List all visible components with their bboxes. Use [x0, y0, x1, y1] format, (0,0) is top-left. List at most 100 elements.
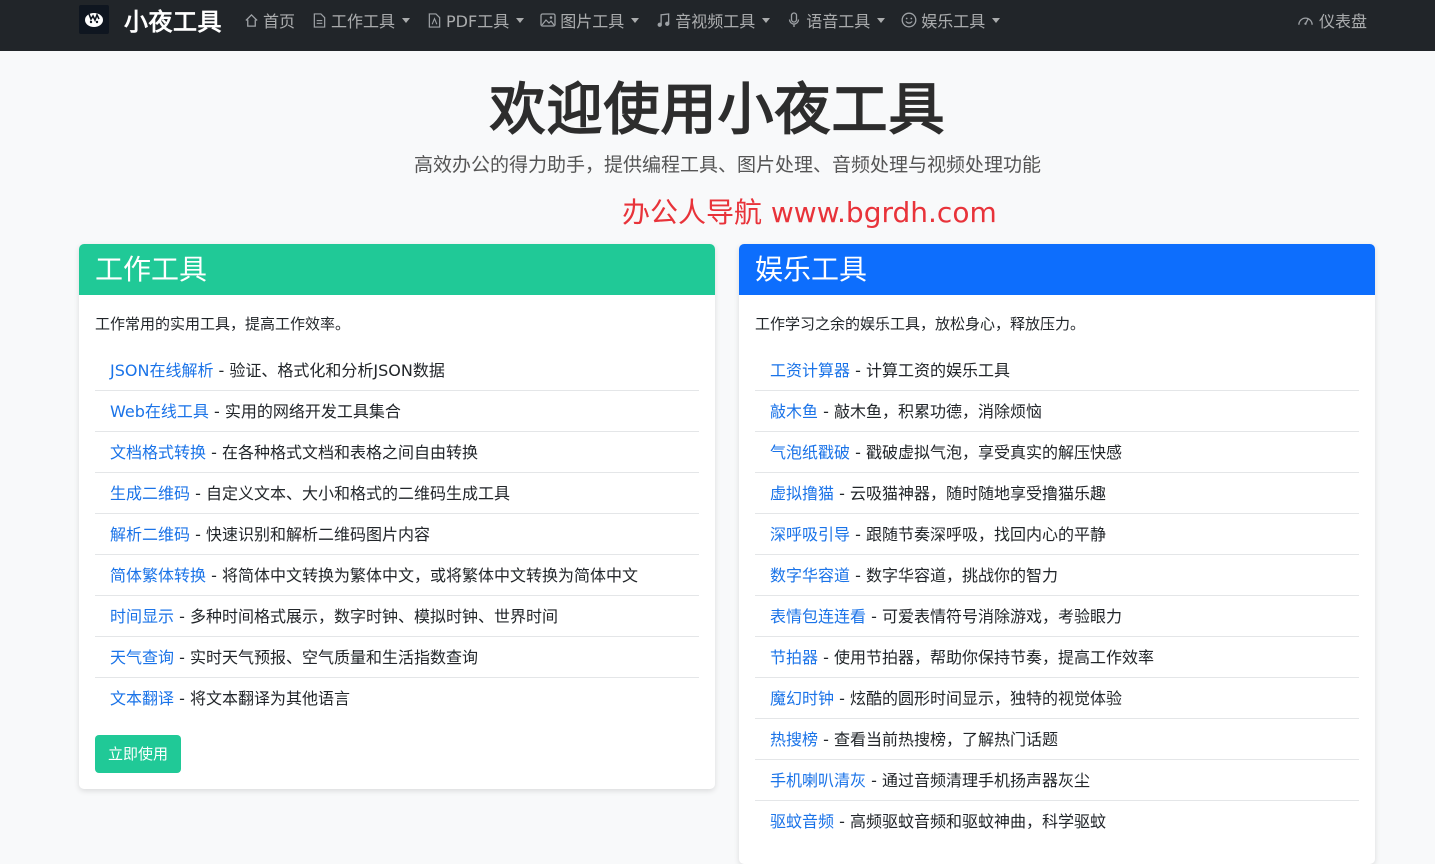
tool-link[interactable]: 工资计算器 — [770, 361, 850, 380]
tool-link[interactable]: 驱蚊音频 — [770, 812, 834, 831]
tool-link[interactable]: 敲木鱼 — [770, 402, 818, 421]
top-navbar: 小夜工具 首页 工作工具 PDF工具 图片工具 音视频工具 语音工具 娱乐工具 … — [0, 0, 1435, 51]
tool-description: - 快速识别和解析二维码图片内容 — [190, 525, 430, 544]
tool-link[interactable]: 天气查询 — [110, 648, 174, 667]
tool-link[interactable]: 节拍器 — [770, 648, 818, 667]
smile-icon — [901, 12, 917, 28]
document-icon — [311, 12, 327, 28]
tool-description: - 将简体中文转换为繁体中文，或将繁体中文转换为简体中文 — [206, 566, 638, 585]
tool-description: - 实用的网络开发工具集合 — [208, 402, 401, 421]
tool-link[interactable]: 热搜榜 — [770, 730, 818, 749]
list-item: 虚拟撸猫 - 云吸猫神器，随时随地享受撸猫乐趣 — [755, 473, 1359, 514]
list-item: 驱蚊音频 - 高频驱蚊音频和驱蚊神曲，科学驱蚊 — [755, 801, 1359, 842]
tool-link[interactable]: 时间显示 — [110, 607, 174, 626]
nav-item-fun-tools[interactable]: 娱乐工具 — [901, 8, 1001, 32]
tool-link[interactable]: 文档格式转换 — [110, 443, 206, 462]
list-item: 时间显示 - 多种时间格式展示，数字时钟、模拟时钟、世界时间 — [95, 596, 699, 637]
list-item: 数字华容道 - 数字华容道，挑战你的智力 — [755, 555, 1359, 596]
tool-link[interactable]: Web在线工具 — [110, 402, 209, 421]
tool-description: - 多种时间格式展示，数字时钟、模拟时钟、世界时间 — [174, 607, 558, 626]
list-item: 解析二维码 - 快速识别和解析二维码图片内容 — [95, 514, 699, 555]
list-item: 简体繁体转换 - 将简体中文转换为繁体中文，或将繁体中文转换为简体中文 — [95, 555, 699, 596]
tool-link[interactable]: 文本翻译 — [110, 689, 174, 708]
dashboard-label: 仪表盘 — [1318, 12, 1367, 31]
list-item: 工资计算器 - 计算工资的娱乐工具 — [755, 350, 1359, 391]
tool-link[interactable]: 虚拟撸猫 — [770, 484, 834, 503]
chevron-down-icon — [631, 18, 640, 23]
list-item: 表情包连连看 - 可爱表情符号消除游戏，考验眼力 — [755, 596, 1359, 637]
nav-item-home[interactable]: 首页 — [243, 8, 295, 32]
nav-item-work-tools[interactable]: 工作工具 — [311, 8, 411, 32]
list-item: 文本翻译 - 将文本翻译为其他语言 — [95, 678, 699, 719]
tool-link[interactable]: 数字华容道 — [770, 566, 850, 585]
chevron-down-icon — [402, 18, 411, 23]
list-item: 气泡纸戳破 - 戳破虚拟气泡，享受真实的解压快感 — [755, 432, 1359, 473]
list-item: 节拍器 - 使用节拍器，帮助你保持节奏，提高工作效率 — [755, 637, 1359, 678]
nav-item-label: 娱乐工具 — [921, 12, 986, 31]
promo-text: 办公人导航 www.bgrdh.com — [622, 196, 997, 229]
dashboard-icon — [1297, 12, 1315, 28]
chevron-down-icon — [992, 18, 1001, 23]
list-item: Web在线工具 - 实用的网络开发工具集合 — [95, 391, 699, 432]
list-item: 敲木鱼 - 敲木鱼，积累功德，消除烦恼 — [755, 391, 1359, 432]
brand-name: 小夜工具 — [124, 7, 222, 36]
tool-description: - 在各种格式文档和表格之间自由转换 — [206, 443, 478, 462]
dashboard-link[interactable]: 仪表盘 — [1297, 9, 1367, 31]
tool-description: - 将文本翻译为其他语言 — [174, 689, 350, 708]
tool-description: - 使用节拍器，帮助你保持节奏，提高工作效率 — [818, 648, 1154, 667]
work-tools-list: JSON在线解析 - 验证、格式化和分析JSON数据 Web在线工具 - 实用的网… — [95, 350, 699, 719]
chevron-down-icon — [762, 18, 771, 23]
music-icon — [655, 12, 671, 28]
list-item: 生成二维码 - 自定义文本、大小和格式的二维码生成工具 — [95, 473, 699, 514]
main-nav: 首页 工作工具 PDF工具 图片工具 音视频工具 语音工具 娱乐工具 — [243, 9, 1016, 31]
tool-description: - 高频驱蚊音频和驱蚊神曲，科学驱蚊 — [834, 812, 1106, 831]
tool-description: - 验证、格式化和分析JSON数据 — [213, 361, 445, 380]
nav-item-label: 工作工具 — [331, 12, 396, 31]
card-description: 工作常用的实用工具，提高工作效率。 — [95, 315, 351, 333]
nav-item-media-tools[interactable]: 音视频工具 — [655, 8, 771, 32]
tool-link[interactable]: 生成二维码 — [110, 484, 190, 503]
list-item: 文档格式转换 - 在各种格式文档和表格之间自由转换 — [95, 432, 699, 473]
tool-description: - 戳破虚拟气泡，享受真实的解压快感 — [850, 443, 1122, 462]
card-title: 娱乐工具 — [739, 244, 1375, 295]
brand[interactable]: 小夜工具 — [79, 4, 222, 36]
page-title: 欢迎使用小夜工具 — [489, 78, 946, 143]
image-icon — [540, 12, 556, 28]
tool-link[interactable]: 手机喇叭清灰 — [770, 771, 866, 790]
tool-description: - 云吸猫神器，随时随地享受撸猫乐趣 — [834, 484, 1106, 503]
tool-link[interactable]: 解析二维码 — [110, 525, 190, 544]
tool-description: - 实时天气预报、空气质量和生活指数查询 — [174, 648, 478, 667]
mic-icon — [786, 12, 802, 28]
tool-description: - 炫酷的圆形时间显示，独特的视觉体验 — [834, 689, 1122, 708]
nav-item-voice-tools[interactable]: 语音工具 — [786, 8, 886, 32]
page-subtitle: 高效办公的得力助手，提供编程工具、图片处理、音频处理与视频处理功能 — [413, 154, 1041, 176]
chevron-down-icon — [877, 18, 886, 23]
tool-link[interactable]: 表情包连连看 — [770, 607, 866, 626]
list-item: 热搜榜 - 查看当前热搜榜，了解热门话题 — [755, 719, 1359, 760]
tool-description: - 跟随节奏深呼吸，找回内心的平静 — [850, 525, 1106, 544]
home-icon — [243, 12, 259, 28]
tool-description: - 查看当前热搜榜，了解热门话题 — [818, 730, 1058, 749]
list-item: 魔幻时钟 - 炫酷的圆形时间显示，独特的视觉体验 — [755, 678, 1359, 719]
fun-tools-list: 工资计算器 - 计算工资的娱乐工具 敲木鱼 - 敲木鱼，积累功德，消除烦恼 气泡纸戳… — [755, 350, 1359, 842]
logo-icon — [79, 4, 109, 34]
tool-description: - 可爱表情符号消除游戏，考验眼力 — [866, 607, 1122, 626]
nav-item-image-tools[interactable]: 图片工具 — [540, 8, 640, 32]
list-item: 天气查询 - 实时天气预报、空气质量和生活指数查询 — [95, 637, 699, 678]
list-item: JSON在线解析 - 验证、格式化和分析JSON数据 — [95, 350, 699, 391]
tool-link[interactable]: 魔幻时钟 — [770, 689, 834, 708]
tool-link[interactable]: JSON在线解析 — [110, 361, 213, 380]
nav-item-label: 语音工具 — [806, 12, 871, 31]
tool-description: - 计算工资的娱乐工具 — [850, 361, 1010, 380]
work-tools-card: 工作工具 工作常用的实用工具，提高工作效率。 JSON在线解析 - 验证、格式化… — [79, 244, 715, 789]
nav-item-pdf-tools[interactable]: PDF工具 — [426, 8, 525, 32]
nav-item-label: 图片工具 — [560, 12, 625, 31]
tool-link[interactable]: 气泡纸戳破 — [770, 443, 850, 462]
tool-link[interactable]: 深呼吸引导 — [770, 525, 850, 544]
tool-link[interactable]: 简体繁体转换 — [110, 566, 206, 585]
tool-description: - 通过音频清理手机扬声器灰尘 — [866, 771, 1090, 790]
use-now-button[interactable]: 立即使用 — [95, 735, 182, 773]
list-item: 手机喇叭清灰 - 通过音频清理手机扬声器灰尘 — [755, 760, 1359, 801]
nav-item-label: PDF工具 — [446, 12, 510, 31]
pdf-icon — [426, 12, 442, 28]
